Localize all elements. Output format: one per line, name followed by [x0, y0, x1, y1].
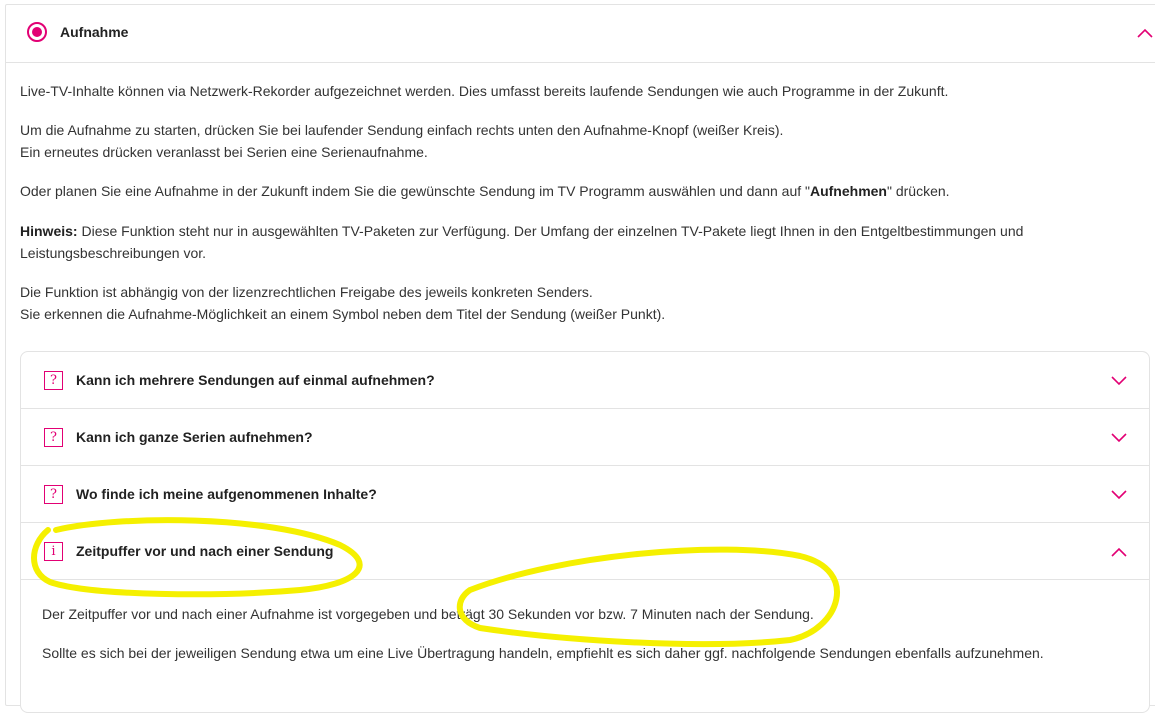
chevron-down-icon[interactable] [1111, 433, 1127, 443]
plan-text: Oder planen Sie eine Aufnahme in der Zuk… [20, 180, 950, 202]
question-icon: ? [44, 371, 63, 390]
answer-text-line2: Sollte es sich bei der jeweiligen Sendun… [42, 645, 1044, 661]
faq-title: Kann ich ganze Serien aufnehmen? [76, 429, 313, 445]
chevron-up-icon[interactable] [1137, 28, 1153, 38]
section-title: Aufnahme [60, 24, 129, 40]
faq-item-series[interactable]: ? Kann ich ganze Serien aufnehmen? [21, 409, 1149, 466]
intro-text: Live-TV-Inhalte können via Netzwerk-Reko… [20, 83, 949, 99]
faq-item-recorded-content[interactable]: ? Wo finde ich meine aufgenommenen Inhal… [21, 466, 1149, 523]
record-icon [27, 22, 47, 42]
question-icon: ? [44, 485, 63, 504]
hint-text-line2: Leistungsbeschreibungen vor. [20, 245, 207, 261]
hint-text: Hinweis: Diese Funktion steht nur in aus… [20, 220, 1023, 242]
faq-title: Zeitpuffer vor und nach einer Sendung [76, 543, 334, 559]
info-icon: i [44, 542, 63, 561]
license-text-line1: Die Funktion ist abhängig von der lizenz… [20, 284, 593, 300]
faq-item-time-buffer[interactable]: i Zeitpuffer vor und nach einer Sendung [21, 523, 1149, 580]
chevron-down-icon[interactable] [1111, 376, 1127, 386]
plan-prefix: Oder planen Sie eine Aufnahme in der Zuk… [20, 183, 810, 199]
chevron-down-icon[interactable] [1111, 490, 1127, 500]
plan-bold: Aufnehmen [809, 183, 887, 199]
question-icon: ? [44, 428, 63, 447]
start-text-line1: Um die Aufnahme zu starten, drücken Sie … [20, 122, 784, 138]
chevron-up-icon[interactable] [1111, 547, 1127, 557]
license-text-line2: Sie erkennen die Aufnahme-Möglichkeit an… [20, 306, 666, 322]
answer-text-line1: Der Zeitpuffer vor und nach einer Aufnah… [42, 606, 814, 622]
recording-accordion-header[interactable]: Aufnahme [6, 5, 1155, 63]
hint-body: Diese Funktion steht nur in ausgewählten… [77, 223, 1024, 239]
start-text-line2: Ein erneutes drücken veranlasst bei Seri… [20, 144, 428, 160]
faq-accordion: ? Kann ich mehrere Sendungen auf einmal … [20, 351, 1150, 713]
plan-suffix: " drücken. [886, 183, 950, 199]
faq-title: Wo finde ich meine aufgenommenen Inhalte… [76, 486, 377, 502]
hint-label: Hinweis: [20, 223, 78, 239]
faq-item-multiple-recordings[interactable]: ? Kann ich mehrere Sendungen auf einmal … [21, 352, 1149, 409]
faq-title: Kann ich mehrere Sendungen auf einmal au… [76, 372, 435, 388]
